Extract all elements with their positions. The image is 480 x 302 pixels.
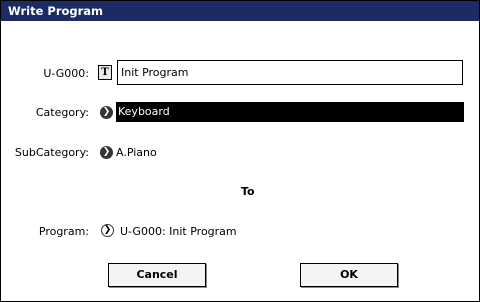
write-program-dialog: Write Program U-G000: T Init Program Cat… [0,0,480,302]
category-value: Keyboard [118,105,170,118]
program-destination-value[interactable]: U-G000: Init Program [120,225,237,238]
program-popup-icon[interactable]: ❯ [101,224,114,237]
program-name-value: Init Program [121,66,189,79]
subcategory-label: SubCategory: [14,146,89,159]
dialog-title: Write Program [8,4,104,18]
subcategory-popup-icon[interactable]: ❯ [100,146,113,159]
category-label: Category: [35,106,89,119]
category-popup[interactable]: Keyboard [116,102,464,122]
program-name-field[interactable]: Init Program [117,60,463,85]
program-number-label: U-G000: [43,67,89,80]
to-label: To [241,185,255,198]
subcategory-value[interactable]: A.Piano [116,146,157,159]
text-edit-icon[interactable]: T [98,65,112,80]
ok-button[interactable]: OK [300,263,398,287]
program-label: Program: [38,225,89,238]
category-popup-icon[interactable]: ❯ [100,106,113,119]
cancel-button[interactable]: Cancel [108,263,206,287]
dialog-titlebar: Write Program [1,1,479,21]
